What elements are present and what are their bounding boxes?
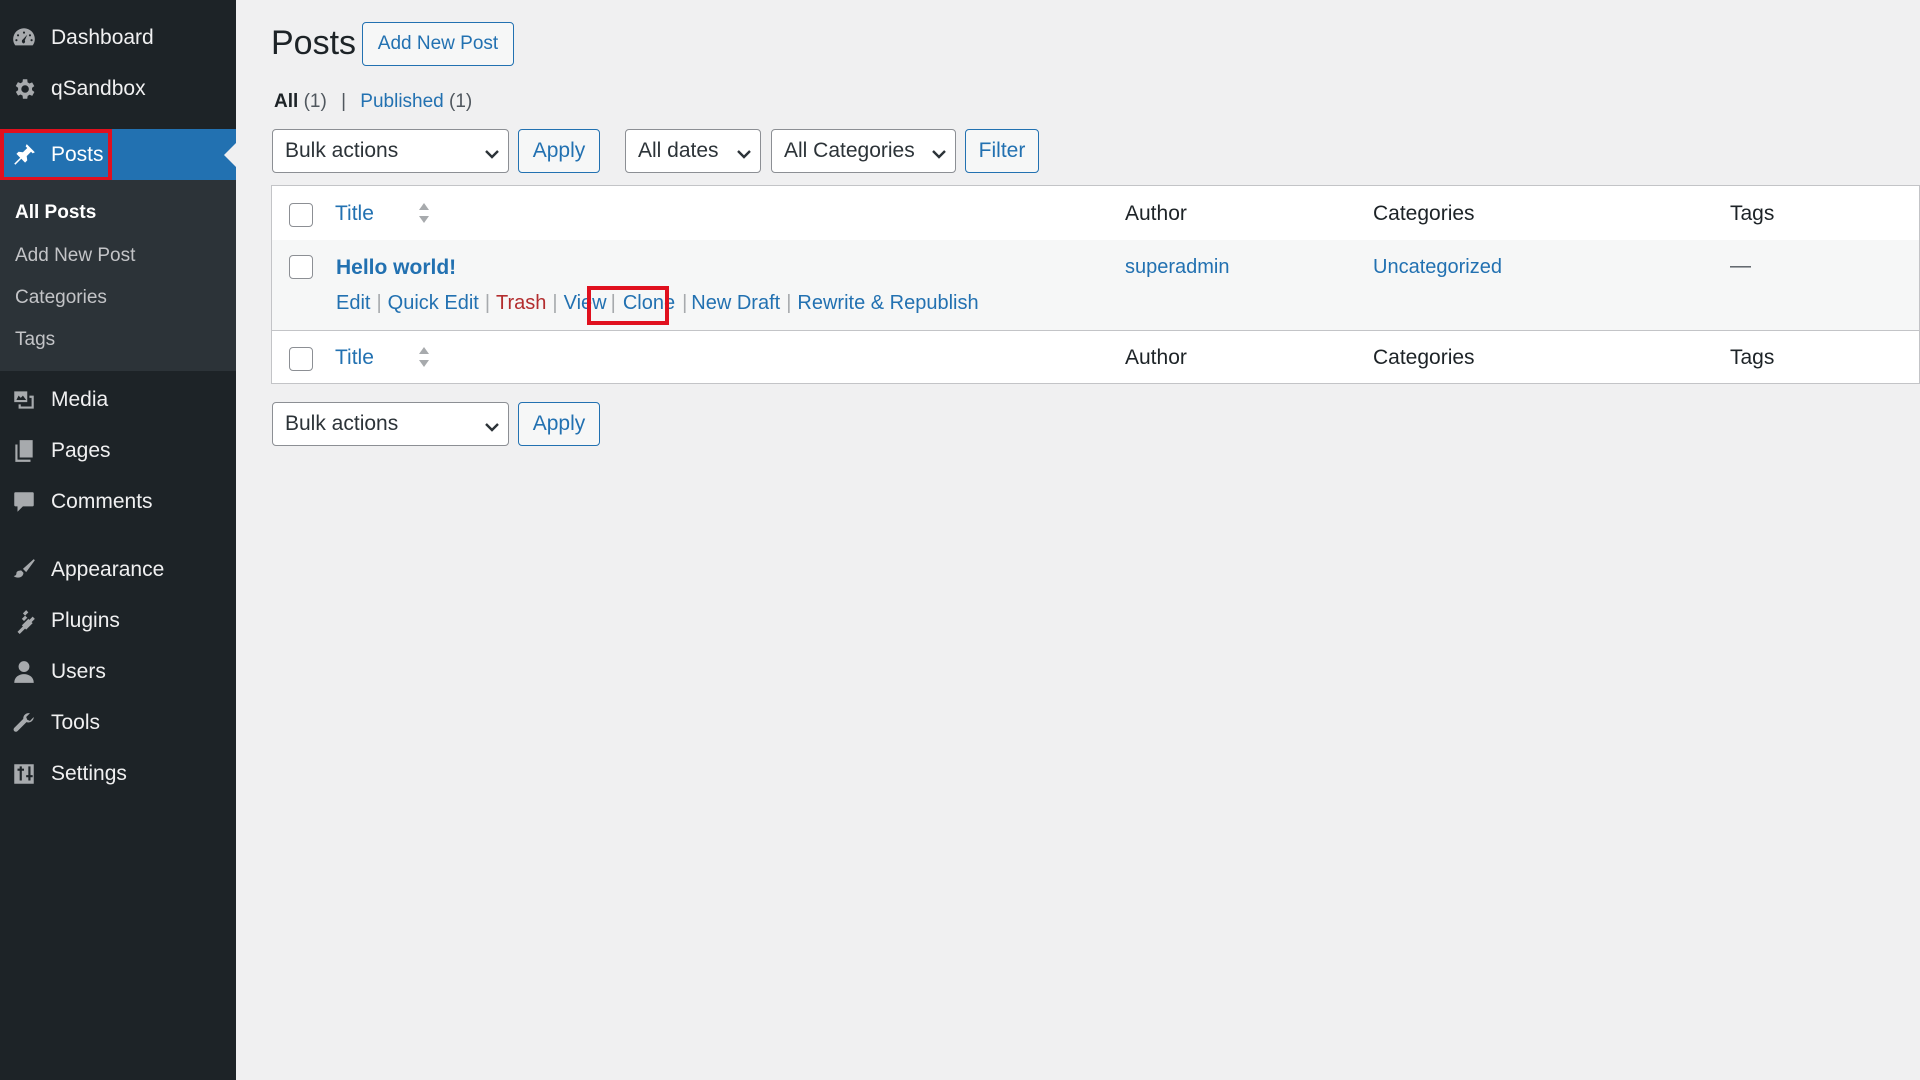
menu-label: Tools <box>51 710 101 734</box>
view-published-count: (1) <box>449 91 473 112</box>
chevron-down-icon <box>484 144 499 159</box>
table-footer-row: Title Author Categories Tags <box>272 330 1919 385</box>
view-all-count: (1) <box>303 91 327 112</box>
action-separator: | <box>552 292 558 314</box>
menu-label: Plugins <box>51 608 120 632</box>
submenu-categories[interactable]: Categories <box>15 287 107 309</box>
column-categories-footer: Categories <box>1373 346 1475 369</box>
plugin-icon <box>11 608 37 634</box>
page-title: Posts <box>271 24 357 62</box>
bulk-actions-select[interactable]: Bulk actions <box>272 129 509 173</box>
row-actions: Edit | Quick Edit | Trash | View | Clone… <box>336 292 979 315</box>
post-title-link[interactable]: Hello world! <box>336 256 456 280</box>
post-status-filters: All (1) | Published (1) <box>274 91 472 113</box>
menu-label: Comments <box>51 489 153 513</box>
chevron-down-icon <box>484 417 499 432</box>
edit-link[interactable]: Edit <box>336 292 370 315</box>
submenu-tags[interactable]: Tags <box>15 329 55 351</box>
menu-item-settings[interactable]: Settings <box>0 748 236 799</box>
action-separator: | <box>610 292 616 314</box>
menu-item-pages[interactable]: Pages <box>0 425 236 476</box>
menu-label: Dashboard <box>51 25 154 49</box>
submenu-all-posts[interactable]: All Posts <box>15 202 96 224</box>
dates-filter-value: All dates <box>638 139 719 162</box>
apply-button[interactable]: Apply <box>518 129 600 173</box>
table-header-row: Title Author Categories Tags <box>272 186 1919 241</box>
comments-icon <box>11 489 37 515</box>
menu-label: Media <box>51 387 109 411</box>
action-separator: | <box>484 292 491 314</box>
column-tags-header: Tags <box>1730 202 1775 225</box>
current-menu-arrow <box>224 143 236 167</box>
posts-submenu: All Posts Add New Post Categories Tags <box>0 180 236 371</box>
sort-icon <box>417 202 431 224</box>
apply-button-bottom[interactable]: Apply <box>518 402 600 446</box>
row-checkbox[interactable] <box>289 255 313 279</box>
main-content: Posts Add New Post All (1) | Published (… <box>236 0 1920 1080</box>
chevron-down-icon <box>931 144 946 159</box>
menu-item-users[interactable]: Users <box>0 646 236 697</box>
column-author-footer: Author <box>1125 346 1187 369</box>
pages-icon <box>11 438 37 464</box>
wrench-icon <box>11 710 37 736</box>
posts-table: Title Author Categories Tags Hello world… <box>271 185 1920 384</box>
menu-item-dashboard[interactable]: Dashboard <box>0 12 236 63</box>
dashboard-icon <box>11 25 37 51</box>
media-icon <box>11 387 37 413</box>
categories-filter-select[interactable]: All Categories <box>771 129 956 173</box>
gear-icon <box>11 76 37 102</box>
categories-filter-value: All Categories <box>784 139 915 162</box>
column-title-sort-link-footer[interactable]: Title <box>335 346 374 370</box>
column-categories-header: Categories <box>1373 202 1475 225</box>
menu-label: Pages <box>51 438 111 462</box>
menu-item-media[interactable]: Media <box>0 374 236 425</box>
action-separator: | <box>682 292 688 314</box>
column-tags-footer: Tags <box>1730 346 1775 369</box>
menu-item-posts[interactable]: Posts <box>0 129 236 180</box>
menu-label: Settings <box>51 761 127 785</box>
column-title-sort-link[interactable]: Title <box>335 202 374 226</box>
users-icon <box>11 659 37 685</box>
clone-link[interactable]: Clone <box>620 292 678 315</box>
menu-item-qsandbox[interactable]: qSandbox <box>0 63 236 114</box>
table-row: Hello world! Edit | Quick Edit | Trash |… <box>272 240 1919 330</box>
post-category-link[interactable]: Uncategorized <box>1373 256 1502 279</box>
sort-icon <box>417 346 431 368</box>
menu-item-tools[interactable]: Tools <box>0 697 236 748</box>
view-link[interactable]: View <box>564 292 607 315</box>
view-published-link[interactable]: Published <box>360 91 443 112</box>
submenu-add-new-post[interactable]: Add New Post <box>15 245 135 267</box>
filter-button[interactable]: Filter <box>965 129 1039 173</box>
menu-label: Users <box>51 659 106 683</box>
action-separator: | <box>376 292 382 314</box>
trash-link[interactable]: Trash <box>496 292 546 315</box>
post-author-link[interactable]: superadmin <box>1125 256 1230 279</box>
pushpin-icon <box>11 142 37 168</box>
bulk-actions-value: Bulk actions <box>285 139 399 162</box>
menu-label: qSandbox <box>51 76 146 100</box>
menu-label: Appearance <box>51 557 165 581</box>
menu-item-appearance[interactable]: Appearance <box>0 544 236 595</box>
settings-icon <box>11 761 37 787</box>
select-all-checkbox[interactable] <box>289 203 313 227</box>
menu-item-comments[interactable]: Comments <box>0 476 236 527</box>
post-tags-empty: — <box>1730 254 1751 277</box>
menu-label: Posts <box>51 142 104 166</box>
menu-item-plugins[interactable]: Plugins <box>0 595 236 646</box>
paintbrush-icon <box>11 557 37 583</box>
bulk-actions-value: Bulk actions <box>285 412 399 435</box>
select-all-checkbox-footer[interactable] <box>289 347 313 371</box>
bulk-actions-select-bottom[interactable]: Bulk actions <box>272 402 509 446</box>
action-separator: | <box>786 292 792 314</box>
admin-sidebar: Dashboard qSandbox Posts All Posts Add N… <box>0 0 236 1080</box>
chevron-down-icon <box>736 144 751 159</box>
view-all-link[interactable]: All <box>274 91 298 112</box>
column-author-header: Author <box>1125 202 1187 225</box>
add-new-post-button[interactable]: Add New Post <box>362 22 514 66</box>
new-draft-link[interactable]: New Draft <box>691 292 780 315</box>
quick-edit-link[interactable]: Quick Edit <box>388 292 479 315</box>
dates-filter-select[interactable]: All dates <box>625 129 761 173</box>
view-separator: | <box>341 91 347 112</box>
rewrite-republish-link[interactable]: Rewrite & Republish <box>797 292 978 315</box>
